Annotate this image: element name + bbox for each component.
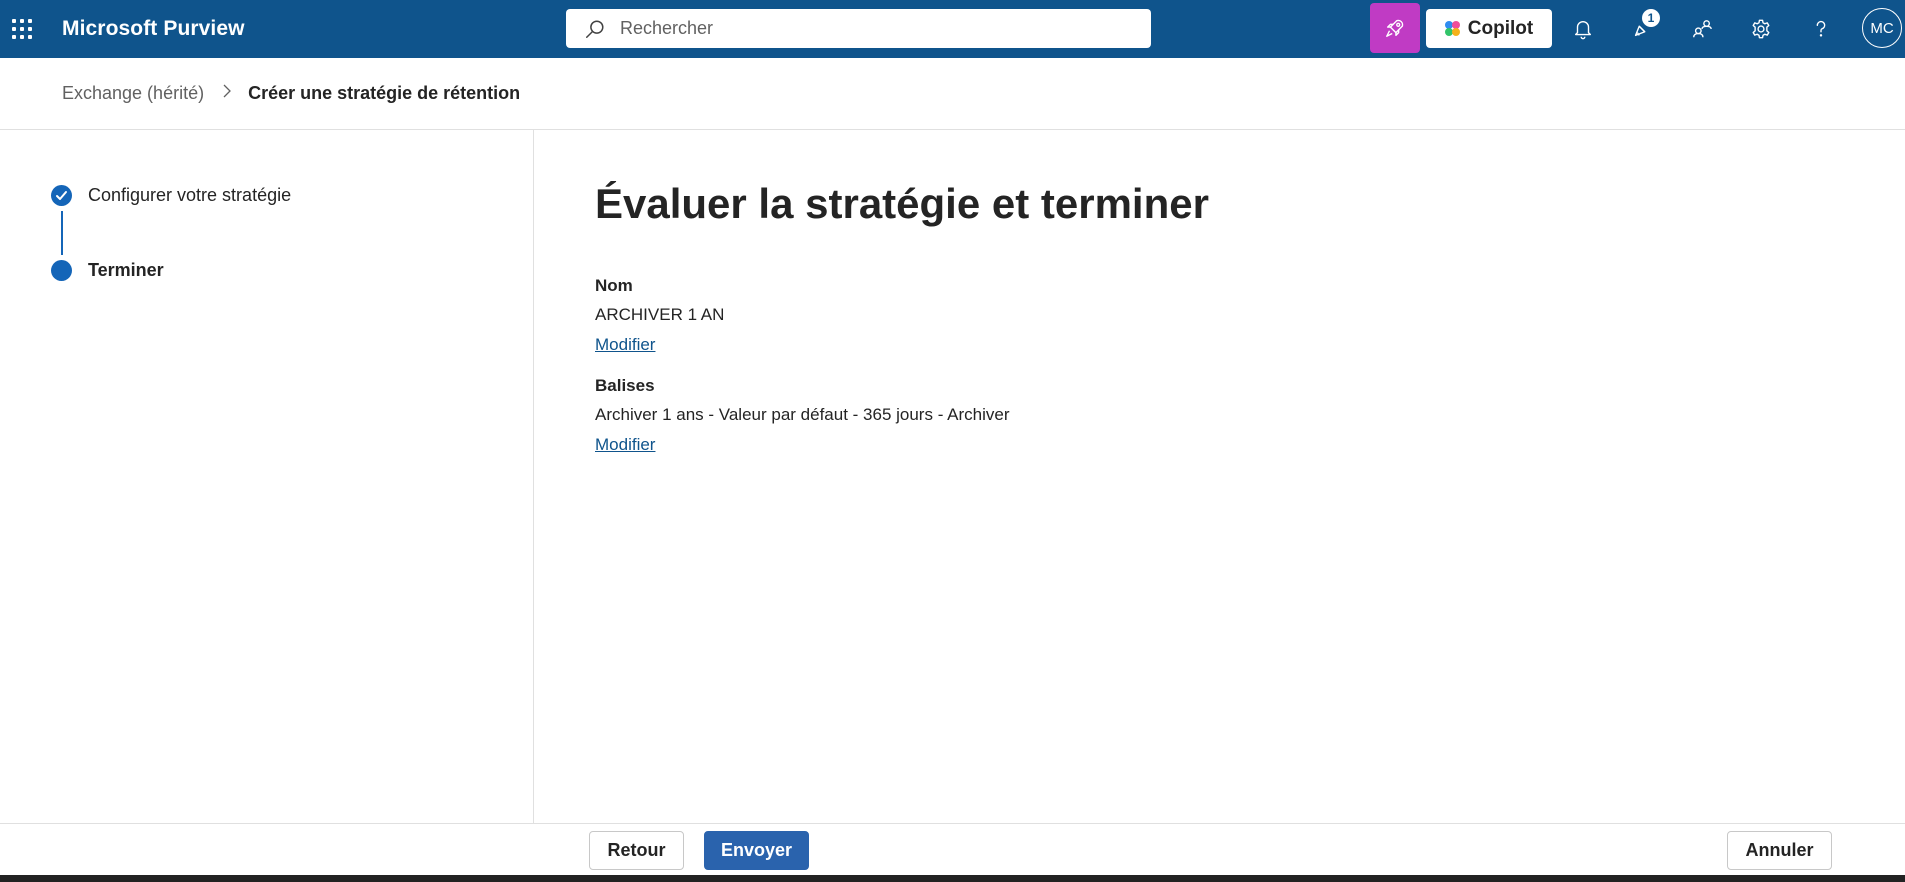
activity-button[interactable]: 1 bbox=[1626, 9, 1660, 45]
bell-icon bbox=[1574, 21, 1592, 40]
magic-button[interactable] bbox=[1370, 3, 1420, 53]
people-icon bbox=[1693, 20, 1712, 38]
gear-icon bbox=[1752, 19, 1770, 39]
step-configure[interactable]: Configurer votre stratégie bbox=[51, 185, 291, 206]
page-title: Évaluer la stratégie et terminer bbox=[595, 180, 1209, 227]
search-icon bbox=[586, 19, 604, 38]
breadcrumb: Exchange (hérité) Créer une stratégie de… bbox=[0, 58, 1905, 130]
avatar[interactable]: MC bbox=[1862, 8, 1902, 48]
copilot-label: Copilot bbox=[1467, 17, 1534, 39]
field-value-name: ARCHIVER 1 AN bbox=[595, 305, 725, 324]
copilot-button[interactable]: Copilot bbox=[1426, 9, 1552, 48]
copilot-icon bbox=[1444, 21, 1460, 36]
notification-badge: 1 bbox=[1642, 9, 1660, 27]
question-icon bbox=[1816, 20, 1826, 37]
footer-bar: Retour Envoyer Annuler bbox=[0, 823, 1905, 875]
search-input[interactable] bbox=[620, 18, 1140, 39]
field-label-tags: Balises bbox=[595, 376, 655, 395]
settings-button[interactable] bbox=[1745, 13, 1777, 45]
checkmark-icon bbox=[51, 185, 72, 206]
notifications-button[interactable] bbox=[1567, 13, 1599, 45]
community-button[interactable] bbox=[1686, 13, 1718, 45]
back-button[interactable]: Retour bbox=[589, 831, 684, 870]
help-button[interactable] bbox=[1805, 13, 1837, 45]
step-finish: Terminer bbox=[51, 260, 164, 281]
field-label-name: Nom bbox=[595, 276, 633, 295]
step-label: Configurer votre stratégie bbox=[88, 185, 292, 205]
rocket-icon bbox=[1386, 19, 1404, 37]
edit-tags-link[interactable]: Modifier bbox=[595, 435, 655, 455]
wizard-steps: Configurer votre stratégie Terminer bbox=[0, 130, 534, 823]
submit-button[interactable]: Envoyer bbox=[704, 831, 809, 870]
edit-name-link[interactable]: Modifier bbox=[595, 335, 655, 355]
breadcrumb-current: Créer une stratégie de rétention bbox=[248, 83, 521, 103]
step-label: Terminer bbox=[88, 260, 164, 280]
bottom-strip bbox=[0, 875, 1905, 882]
top-bar: Microsoft Purview Copilot bbox=[0, 0, 1905, 58]
app-title[interactable]: Microsoft Purview bbox=[62, 17, 245, 41]
current-step-dot-icon bbox=[51, 260, 72, 281]
cancel-button[interactable]: Annuler bbox=[1727, 831, 1832, 870]
breadcrumb-parent[interactable]: Exchange (hérité) bbox=[62, 83, 204, 104]
chevron-right-icon bbox=[222, 84, 232, 103]
step-connector bbox=[61, 211, 63, 255]
field-value-tags: Archiver 1 ans - Valeur par défaut - 365… bbox=[595, 405, 1010, 424]
search-box[interactable] bbox=[566, 9, 1151, 48]
app-launcher-icon[interactable] bbox=[10, 15, 34, 43]
